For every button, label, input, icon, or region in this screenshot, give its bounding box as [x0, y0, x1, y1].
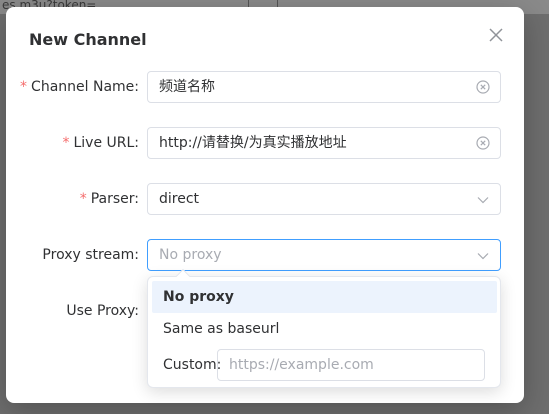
parser-label: * Parser: — [79, 191, 139, 207]
required-mark: * — [20, 79, 28, 95]
dialog-title: New Channel — [29, 30, 147, 49]
dropdown-custom-row: Custom: https://example.com — [152, 349, 497, 381]
custom-label: Custom: — [163, 357, 222, 373]
form-row-channel-name: * Channel Name: 频道名称 — [6, 71, 524, 103]
proxy-stream-dropdown: No proxy Same as baseurl Custom: https:/… — [147, 268, 501, 388]
form-row-proxy-stream: Proxy stream: No proxy — [6, 239, 524, 271]
proxy-stream-select[interactable]: No proxy — [147, 239, 501, 271]
parser-select[interactable]: direct — [147, 183, 501, 215]
required-mark: * — [62, 135, 70, 151]
form-row-live-url: * Live URL: http://请替换/为真实播放地址 — [6, 127, 524, 159]
chevron-down-icon — [477, 253, 489, 260]
channel-name-input[interactable]: 频道名称 — [147, 71, 501, 103]
parser-value: direct — [159, 191, 200, 207]
form-row-parser: * Parser: direct — [6, 183, 524, 215]
live-url-input[interactable]: http://请替换/为真实播放地址 — [147, 127, 501, 159]
use-proxy-label: Use Proxy: — [66, 303, 139, 319]
clear-icon[interactable] — [476, 136, 490, 150]
custom-proxy-input[interactable]: https://example.com — [217, 349, 485, 381]
proxy-stream-placeholder: No proxy — [159, 247, 222, 263]
live-url-value: http://请替换/为真实播放地址 — [159, 135, 347, 151]
clear-icon[interactable] — [476, 80, 490, 94]
channel-name-label: * Channel Name: — [20, 79, 139, 95]
proxy-stream-label: Proxy stream: — [42, 247, 139, 263]
chevron-down-icon — [477, 197, 489, 204]
channel-name-value: 频道名称 — [159, 79, 215, 95]
required-mark: * — [79, 191, 87, 207]
dropdown-option-same-as-baseurl[interactable]: Same as baseurl — [152, 313, 497, 345]
close-icon[interactable] — [487, 26, 505, 44]
dropdown-option-no-proxy[interactable]: No proxy — [152, 281, 497, 313]
live-url-label: * Live URL: — [62, 135, 139, 151]
